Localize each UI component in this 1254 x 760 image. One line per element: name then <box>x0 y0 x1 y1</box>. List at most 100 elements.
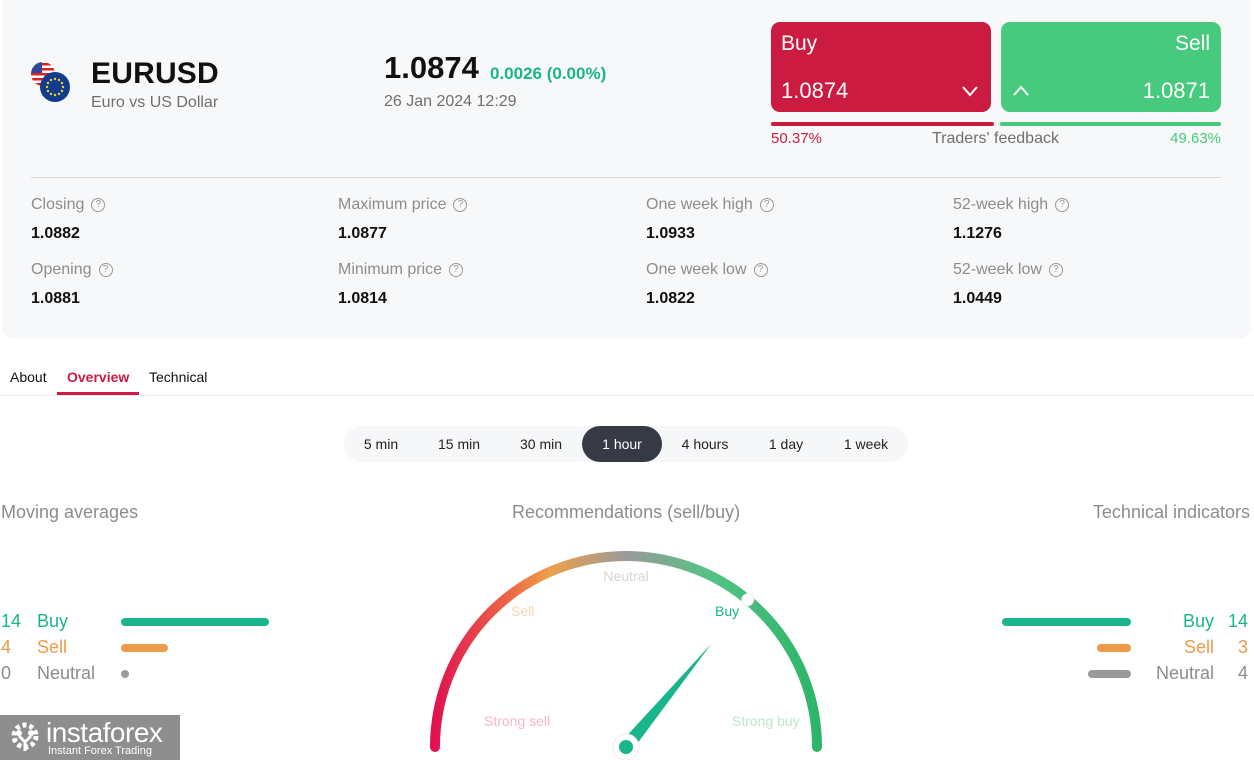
stat-value: 1.0822 <box>646 290 695 307</box>
timeframe-1day[interactable]: 1 day <box>754 426 818 462</box>
timeframe-15min[interactable]: 15 min <box>424 426 494 462</box>
moving-averages-title: Moving averages <box>1 502 139 522</box>
ma-neutral-label: Neutral <box>37 663 96 683</box>
stat-label-text: Opening <box>31 261 92 278</box>
stat-opening: Opening? 1.0881 <box>31 261 113 308</box>
instaforex-logo: instaforex Instant Forex Trading <box>0 715 180 760</box>
price-change: 0.0026 (0.00%) <box>490 64 607 83</box>
stat-value: 1.0882 <box>31 225 80 242</box>
traders-feedback-buy-percent: 50.37% <box>771 130 822 147</box>
traders-feedback-label: Traders' feedback <box>932 130 1059 147</box>
stat-label: Closing? <box>31 196 106 214</box>
traders-feedback-buy-bar <box>771 122 994 126</box>
stat-label: 52-week high? <box>953 196 1070 214</box>
recommendation-gauge: Strong sell Sell Neutral Buy Strong buy <box>430 551 822 760</box>
stat-label: 52-week low? <box>953 261 1063 279</box>
stat-label-text: 52-week high <box>953 196 1049 213</box>
ma-sell-count: 4 <box>1 637 12 657</box>
ma-neutral-count: 0 <box>1 663 12 683</box>
ti-neutral-count: 4 <box>1237 663 1248 683</box>
buy-button[interactable]: Buy 1.0874 <box>771 22 991 112</box>
help-icon[interactable]: ? <box>91 198 106 212</box>
gauge-position-marker <box>741 593 755 607</box>
stat-label-text: One week low <box>646 261 747 278</box>
gauge-label-strong-buy: Strong buy <box>732 713 800 729</box>
stat-closing: Closing? 1.0882 <box>31 196 106 243</box>
timeframe-5min[interactable]: 5 min <box>350 426 412 462</box>
section-tabs: About Overview Technical <box>0 360 1254 396</box>
tab-about[interactable]: About <box>10 369 47 385</box>
stat-52-week-high: 52-week high? 1.1276 <box>953 196 1070 243</box>
ti-sell-bar <box>1097 644 1131 652</box>
active-tab-indicator <box>57 392 139 395</box>
traders-feedback-sell-bar <box>1000 122 1221 126</box>
stat-value: 1.0814 <box>338 290 387 307</box>
stat-label: One week low? <box>646 261 768 279</box>
stat-minimum-price: Minimum price? 1.0814 <box>338 261 464 308</box>
timeframe-30min[interactable]: 30 min <box>506 426 576 462</box>
stat-value: 1.0877 <box>338 225 387 242</box>
instrument-symbol: EURUSD <box>91 57 219 90</box>
ti-sell-label: Sell <box>1183 637 1214 657</box>
stat-label-text: One week high <box>646 196 753 213</box>
tab-technical[interactable]: Technical <box>149 369 207 385</box>
stat-label: One week high? <box>646 196 774 214</box>
help-icon[interactable]: ? <box>449 263 464 277</box>
gauge-label-buy: Buy <box>715 603 739 619</box>
quote-datetime: 26 Jan 2024 12:29 <box>384 93 517 110</box>
technical-indicators-title: Technical indicators <box>1092 502 1250 522</box>
ti-buy-label: Buy <box>1182 611 1214 631</box>
gauge-label-sell: Sell <box>511 603 534 619</box>
help-icon[interactable]: ? <box>759 198 774 212</box>
gauge-needle <box>620 643 712 752</box>
stat-label-text: Closing <box>31 196 85 213</box>
ma-neutral-bar <box>121 670 129 678</box>
sell-button[interactable]: Sell 1.0871 <box>1001 22 1221 112</box>
ma-sell-bar <box>121 644 168 652</box>
chevron-up-icon <box>1013 85 1029 96</box>
help-icon[interactable]: ? <box>1055 198 1070 212</box>
stat-label: Maximum price? <box>338 196 468 214</box>
timeframe-1hour[interactable]: 1 hour <box>582 426 662 462</box>
summary-divider <box>31 177 1221 178</box>
recommendations-title: Recommendations (sell/buy) <box>512 502 741 522</box>
ma-sell-label: Sell <box>37 637 68 657</box>
eurusd-flag-icon <box>31 62 70 102</box>
help-icon[interactable]: ? <box>753 263 768 277</box>
buy-price: 1.0874 <box>781 78 849 103</box>
sell-price: 1.0871 <box>1142 78 1210 103</box>
stat-value: 1.0449 <box>953 290 1002 307</box>
ti-sell-count: 3 <box>1237 637 1248 657</box>
timeframe-4hours[interactable]: 4 hours <box>670 426 740 462</box>
ma-buy-count: 14 <box>1 611 22 631</box>
stat-52-week-low: 52-week low? 1.0449 <box>953 261 1063 308</box>
timeframe-1week[interactable]: 1 week <box>832 426 900 462</box>
instrument-description: Euro vs US Dollar <box>91 94 219 111</box>
sell-label: Sell <box>1174 32 1210 55</box>
stat-value: 1.1276 <box>953 225 1002 242</box>
logo-tagline: Instant Forex Trading <box>48 745 152 757</box>
help-icon[interactable]: ? <box>453 198 468 212</box>
current-price: 1.0874 <box>384 50 479 85</box>
stat-label: Minimum price? <box>338 261 464 279</box>
stat-value: 1.0933 <box>646 225 695 242</box>
buy-label: Buy <box>781 32 818 55</box>
chevron-down-icon <box>962 86 978 97</box>
tab-overview[interactable]: Overview <box>67 369 129 385</box>
stat-one-week-high: One week high? 1.0933 <box>646 196 774 243</box>
stat-value: 1.0881 <box>31 290 80 307</box>
stat-maximum-price: Maximum price? 1.0877 <box>338 196 468 243</box>
ma-buy-label: Buy <box>37 611 69 631</box>
help-icon[interactable]: ? <box>98 263 113 277</box>
ti-neutral-bar <box>1088 670 1131 678</box>
stat-label-text: Maximum price <box>338 196 447 213</box>
ti-buy-bar <box>1002 618 1131 626</box>
ti-neutral-label: Neutral <box>1155 663 1214 683</box>
gauge-label-strong-sell: Strong sell <box>484 713 550 729</box>
stat-label-text: Minimum price <box>338 261 443 278</box>
help-icon[interactable]: ? <box>1048 263 1063 277</box>
gauge-label-neutral: Neutral <box>603 568 648 584</box>
traders-feedback-sell-percent: 49.63% <box>1170 130 1221 147</box>
stat-one-week-low: One week low? 1.0822 <box>646 261 768 308</box>
ma-buy-bar <box>121 618 269 626</box>
